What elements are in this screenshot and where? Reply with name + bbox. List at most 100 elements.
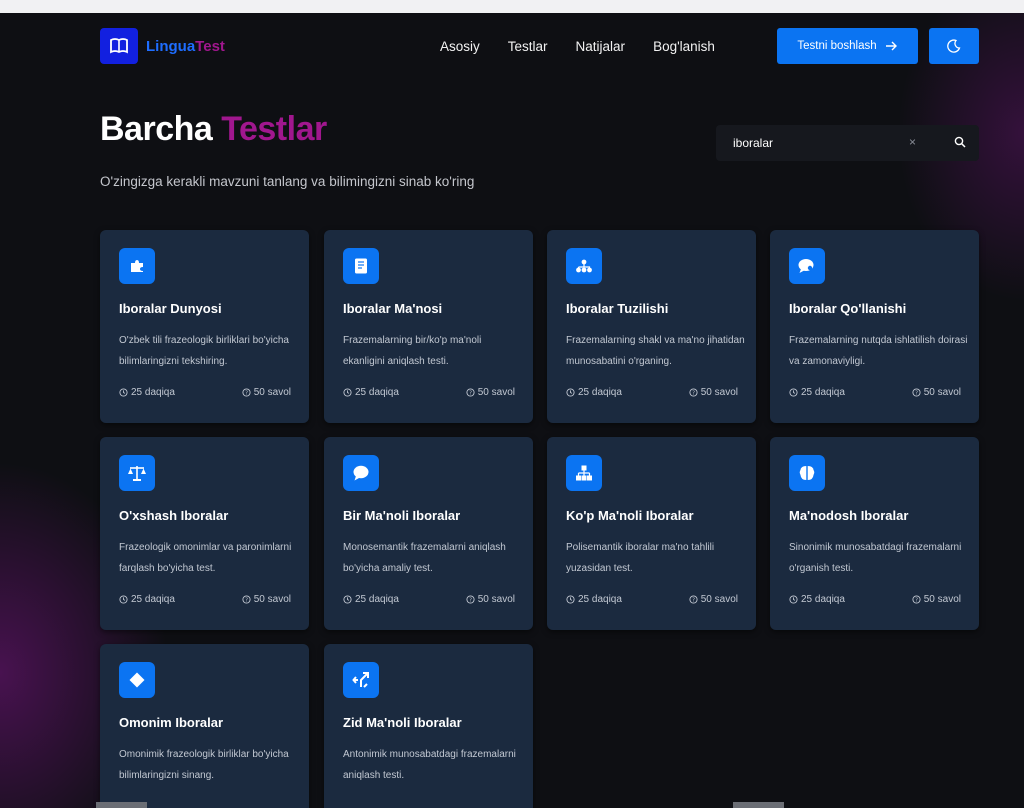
scrollbar-right[interactable] xyxy=(733,802,784,808)
card-title: Ma'nodosh Iboralar xyxy=(789,508,909,523)
search-input[interactable] xyxy=(733,136,903,150)
card-title: Ko'p Ma'noli Iboralar xyxy=(566,508,694,523)
test-card[interactable]: Bir Ma'noli Iboralar Monosemantik frazem… xyxy=(324,437,533,630)
card-meta: 25 daqiqa ? 50 savol xyxy=(566,387,738,398)
card-title: Zid Ma'noli Iboralar xyxy=(343,715,462,730)
start-test-label: Testni boshlash xyxy=(797,40,877,52)
card-meta: 25 daqiqa ? 50 savol xyxy=(566,594,738,605)
test-card[interactable]: Zid Ma'noli Iboralar Antonimik munosabat… xyxy=(324,644,533,808)
clock-icon xyxy=(119,595,128,604)
test-card[interactable]: Iboralar Dunyosi O'zbek tili frazeologik… xyxy=(100,230,309,423)
arrow-right-icon xyxy=(885,41,897,51)
card-description: Polisemantik iboralar ma'no tahlili yuza… xyxy=(566,542,715,574)
page-title-part1: Barcha xyxy=(100,110,213,148)
speech-bubble-icon xyxy=(343,455,379,491)
search-icon[interactable] xyxy=(954,135,966,153)
brand-name-part1: Lingua xyxy=(146,37,196,55)
svg-text:?: ? xyxy=(915,598,918,604)
start-test-button[interactable]: Testni boshlash xyxy=(777,28,918,64)
nav-link-asosiy[interactable]: Asosiy xyxy=(440,39,480,54)
svg-text:?: ? xyxy=(915,391,918,397)
svg-text:?: ? xyxy=(469,598,472,604)
brain-icon xyxy=(789,455,825,491)
logo-book-icon[interactable] xyxy=(100,28,138,64)
question-icon: ? xyxy=(466,388,475,397)
test-card[interactable]: O'xshash Iboralar Frazeologik omonimlar … xyxy=(100,437,309,630)
clock-icon xyxy=(566,388,575,397)
svg-text:?: ? xyxy=(245,391,248,397)
test-card[interactable]: Ma'nodosh Iboralar Sinonimik munosabatda… xyxy=(770,437,979,630)
card-duration: 25 daqiqa xyxy=(131,594,175,605)
card-question-count: 50 savol xyxy=(923,387,961,398)
card-question-count: 50 savol xyxy=(477,594,515,605)
test-card[interactable]: Iboralar Tuzilishi Frazemalarning shakl … xyxy=(547,230,756,423)
card-duration: 25 daqiqa xyxy=(801,387,845,398)
card-title: O'xshash Iboralar xyxy=(119,508,229,523)
theme-toggle-button[interactable] xyxy=(929,28,979,64)
card-question-count: 50 savol xyxy=(923,594,961,605)
clock-icon xyxy=(789,595,798,604)
book-icon xyxy=(343,248,379,284)
card-meta: 25 daqiqa ? 50 savol xyxy=(789,387,961,398)
nav-link-boglanish[interactable]: Bog'lanish xyxy=(653,39,715,54)
puzzle-icon xyxy=(119,248,155,284)
card-question-count: 50 savol xyxy=(700,387,738,398)
test-card[interactable]: Iboralar Ma'nosi Frazemalarning bir/ko'p… xyxy=(324,230,533,423)
card-meta: 25 daqiqa ? 50 savol xyxy=(343,594,515,605)
hierarchy-icon xyxy=(566,455,602,491)
clear-search-icon[interactable]: × xyxy=(909,135,916,149)
moon-icon xyxy=(947,39,961,53)
card-duration: 25 daqiqa xyxy=(578,594,622,605)
question-icon: ? xyxy=(689,595,698,604)
card-duration: 25 daqiqa xyxy=(578,387,622,398)
brand-name[interactable]: LinguaTest xyxy=(146,38,225,55)
clock-icon xyxy=(343,595,352,604)
card-meta: 25 daqiqa ? 50 savol xyxy=(119,387,291,398)
question-icon: ? xyxy=(689,388,698,397)
page-title: Barcha Testlar xyxy=(100,110,327,149)
card-description: O'zbek tili frazeologik birliklari bo'yi… xyxy=(119,335,289,367)
clock-icon xyxy=(343,388,352,397)
test-card[interactable]: Iboralar Qo'llanishi Frazemalarning nutq… xyxy=(770,230,979,423)
svg-text:?: ? xyxy=(469,391,472,397)
card-description: Omonimik frazeologik birliklar bo'yicha … xyxy=(119,749,289,781)
nav-links: Asosiy Testlar Natijalar Bog'lanish xyxy=(440,28,715,64)
card-question-count: 50 savol xyxy=(253,594,291,605)
card-question-count: 50 savol xyxy=(477,387,515,398)
test-card[interactable]: Omonim Iboralar Omonimik frazeologik bir… xyxy=(100,644,309,808)
arrows-diverge-icon xyxy=(343,662,379,698)
structure-icon xyxy=(566,248,602,284)
page-title-part2: Testlar xyxy=(221,110,327,148)
card-title: Iboralar Qo'llanishi xyxy=(789,301,907,316)
card-title: Bir Ma'noli Iboralar xyxy=(343,508,461,523)
question-icon: ? xyxy=(466,595,475,604)
card-title: Iboralar Tuzilishi xyxy=(566,301,669,316)
svg-text:?: ? xyxy=(692,391,695,397)
nav-link-testlar[interactable]: Testlar xyxy=(508,39,548,54)
scrollbar-left[interactable] xyxy=(96,802,147,808)
card-description: Antonimik munosabatdagi frazemalarni ani… xyxy=(343,749,516,781)
diamond-icon xyxy=(119,662,155,698)
svg-text:?: ? xyxy=(692,598,695,604)
page-subtitle: O'zingizga kerakli mavzuni tanlang va bi… xyxy=(100,174,475,189)
card-title: Omonim Iboralar xyxy=(119,715,224,730)
nav-link-natijalar[interactable]: Natijalar xyxy=(576,39,626,54)
clock-icon xyxy=(566,595,575,604)
question-icon: ? xyxy=(242,595,251,604)
browser-top-strip xyxy=(0,0,1024,13)
card-meta: 25 daqiqa ? 50 savol xyxy=(119,594,291,605)
card-description: Frazemalarning shakl va ma'no jihatidan … xyxy=(566,335,745,367)
navbar: LinguaTest Asosiy Testlar Natijalar Bog'… xyxy=(100,28,979,64)
clock-icon xyxy=(789,388,798,397)
scale-icon xyxy=(119,455,155,491)
card-question-count: 50 savol xyxy=(253,387,291,398)
test-card[interactable]: Ko'p Ma'noli Iboralar Polisemantik ibora… xyxy=(547,437,756,630)
card-meta: 25 daqiqa ? 50 savol xyxy=(789,594,961,605)
card-description: Frazemalarning nutqda ishlatilish doiras… xyxy=(789,335,968,367)
question-icon: ? xyxy=(912,595,921,604)
card-duration: 25 daqiqa xyxy=(131,387,175,398)
chat-users-icon xyxy=(789,248,825,284)
card-description: Frazeologik omonimlar va paronimlarni fa… xyxy=(119,542,292,574)
card-duration: 25 daqiqa xyxy=(801,594,845,605)
card-title: Iboralar Ma'nosi xyxy=(343,301,443,316)
